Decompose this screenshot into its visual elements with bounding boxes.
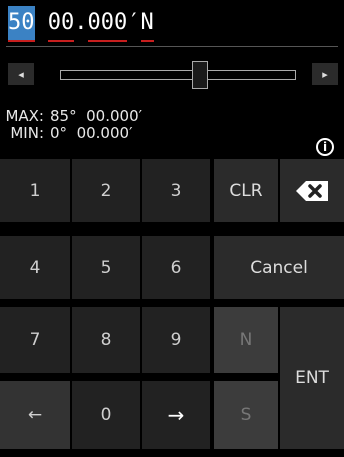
- south-button[interactable]: S: [214, 381, 278, 449]
- key-9[interactable]: 9: [142, 307, 210, 373]
- hemisphere-value[interactable]: N: [140, 6, 154, 42]
- minute-symbol: ′: [127, 10, 141, 35]
- key-2[interactable]: 2: [72, 159, 140, 222]
- right-arrow-key[interactable]: →: [142, 381, 210, 449]
- key-3[interactable]: 3: [142, 159, 210, 222]
- backspace-icon: [296, 180, 328, 201]
- left-arrow-key[interactable]: ←: [0, 381, 70, 449]
- slider-thumb[interactable]: [192, 61, 209, 89]
- value-slider[interactable]: ◂ ▸: [8, 60, 338, 89]
- north-button[interactable]: N: [214, 307, 278, 373]
- min-label: MIN:: [10, 124, 44, 142]
- divider: [6, 46, 338, 47]
- max-label: MAX:: [5, 107, 44, 125]
- key-1[interactable]: 1: [0, 159, 70, 222]
- backspace-button[interactable]: [280, 159, 344, 222]
- key-5[interactable]: 5: [72, 236, 140, 299]
- slider-right-button[interactable]: ▸: [312, 63, 338, 85]
- enter-button[interactable]: ENT: [280, 307, 344, 449]
- coordinate-entry-field[interactable]: 50 00.000′N: [8, 6, 338, 44]
- cancel-button[interactable]: Cancel: [214, 236, 344, 299]
- minute-digits[interactable]: 00: [47, 6, 75, 42]
- latitude-entry-panel: 50 00.000′N ◂ ▸ MAX: 85° 00.000′ MIN: 0° 0…: [0, 0, 344, 457]
- range-info: MAX: 85° 00.000′ MIN: 0° 00.000′: [4, 108, 304, 142]
- degree-digits[interactable]: 50: [8, 6, 35, 42]
- min-value: 0° 00.000′: [50, 124, 133, 142]
- decimal-digits[interactable]: 000: [87, 6, 128, 42]
- info-icon[interactable]: i: [316, 138, 334, 156]
- slider-track[interactable]: [60, 61, 296, 89]
- decimal-point: .: [74, 10, 88, 35]
- key-8[interactable]: 8: [72, 307, 140, 373]
- clr-button[interactable]: CLR: [214, 159, 278, 222]
- key-6[interactable]: 6: [142, 236, 210, 299]
- slider-left-button[interactable]: ◂: [8, 63, 34, 85]
- key-7[interactable]: 7: [0, 307, 70, 373]
- key-4[interactable]: 4: [0, 236, 70, 299]
- key-0[interactable]: 0: [72, 381, 140, 449]
- max-value: 85° 00.000′: [50, 107, 143, 125]
- entry-space: [35, 6, 48, 40]
